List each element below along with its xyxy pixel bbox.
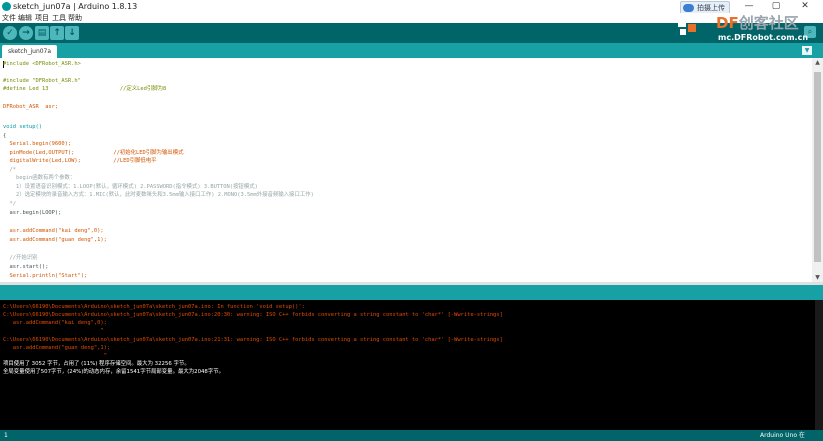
console-line: asr.addCommand("kai deng",0); (3, 320, 107, 326)
verify-button[interactable]: ✓ (3, 26, 17, 40)
brand-df: DF (716, 14, 739, 32)
code-line: pinMode(Led,OUTPUT); //初始化LED引脚为输出模式 (3, 150, 184, 156)
code-line: #include "DFRobot_ASR.h" (3, 78, 81, 84)
menu-sketch[interactable]: 项目 (35, 13, 49, 23)
console-line: C:\Users\66190\Documents\Arduino\sketch_… (3, 304, 305, 310)
console-line: C:\Users\66190\Documents\Arduino\sketch_… (3, 337, 503, 343)
code-line: DFRobot_ASR asr; (3, 104, 59, 110)
new-sketch-button[interactable]: ▤ (35, 26, 49, 40)
console-line: asr.addCommand("guan deng",1); (3, 345, 111, 351)
code-line: Serial.println("Start"); (3, 273, 88, 279)
code-line: void setup() (3, 124, 42, 130)
upload-badge-label: 拍摄上传 (697, 4, 725, 12)
line-number: 1 (4, 432, 8, 439)
menu-tools[interactable]: 工具 (52, 13, 66, 23)
code-line: //开始识别 (3, 255, 38, 261)
menu-help[interactable]: 帮助 (68, 13, 82, 23)
scroll-up-arrow-icon[interactable]: ▲ (812, 58, 823, 67)
menu-edit[interactable]: 编辑 (18, 13, 32, 23)
code-line: 1）设置语音识别模式：1.LOOP(默认，循环模式) 2.PASSWORD(指令… (3, 184, 258, 190)
save-sketch-button[interactable]: ↓ (65, 26, 79, 40)
menu-file[interactable]: 文件 (2, 13, 16, 23)
code-line: asr.begin(LOOP); (3, 210, 62, 216)
tab-menu-button[interactable]: ▼ (802, 46, 812, 55)
code-line: Serial.begin(9600); (3, 141, 72, 147)
window-title: sketch_jun07a | Arduino 1.8.13 (13, 2, 138, 11)
console-line: ^ (3, 353, 107, 359)
code-line: asr.addCommand("guan deng",1); (3, 237, 107, 243)
cloud-icon (683, 4, 694, 12)
code-line: /* (3, 167, 16, 173)
code-line: 2）选定模块的录音输入方式：1.MIC(默认，此时麦数咪头和3.5mm输入接口工… (3, 192, 314, 198)
scroll-down-arrow-icon[interactable]: ▼ (812, 273, 823, 282)
console-line: ^ (3, 328, 104, 334)
code-line: { (3, 133, 7, 139)
arduino-app-icon (2, 2, 11, 11)
brand-community: 创客社区 (738, 14, 799, 32)
scrollbar-thumb[interactable] (814, 72, 821, 262)
console-line: 项目使用了 3052 字节，占用了 (11%) 程序存储空间。最大为 32256… (3, 361, 190, 367)
code-line: digitalWrite(Led,LOW); //LED引脚低电平 (3, 158, 157, 164)
console-line: 全局变量使用了507字节，(24%)的动态内存，余留1541字节局部变量。最大为… (3, 369, 225, 375)
tab-strip: sketch_jun07a (0, 43, 823, 58)
dfrobot-logo-icon (678, 14, 696, 35)
board-port-label: Arduino Uno 在 COM4 (760, 432, 805, 439)
dfrobot-url: mc.DFRobot.com.cn (718, 33, 809, 42)
status-bar: 1 Arduino Uno 在 COM4 (0, 430, 823, 441)
code-line: asr.addCommand("kai deng",0); (3, 228, 104, 234)
console-line: C:\Users\66190\Documents\Arduino\sketch_… (3, 312, 503, 318)
code-line: #define Led 13 //定义Led引脚为8 (3, 86, 167, 92)
message-bar (0, 285, 823, 300)
dfrobot-brand: DF创客社区 (716, 12, 799, 33)
code-editor[interactable]: #include <DFRobot_ASR.h> #include "DFRob… (0, 58, 812, 282)
code-line: begin函数有两个参数： (3, 175, 76, 181)
code-line: */ (3, 201, 16, 207)
upload-button[interactable]: → (19, 26, 33, 40)
console-vertical-scrollbar[interactable] (815, 300, 823, 430)
console-output[interactable]: C:\Users\66190\Documents\Arduino\sketch_… (0, 300, 815, 430)
code-line: asr.start(); (3, 264, 49, 270)
tab-sketch[interactable]: sketch_jun07a (2, 45, 57, 58)
editor-vertical-scrollbar[interactable]: ▲ ▼ (812, 58, 823, 282)
open-sketch-button[interactable]: ↑ (50, 26, 64, 40)
code-line: #include <DFRobot_ASR.h> (3, 61, 81, 67)
